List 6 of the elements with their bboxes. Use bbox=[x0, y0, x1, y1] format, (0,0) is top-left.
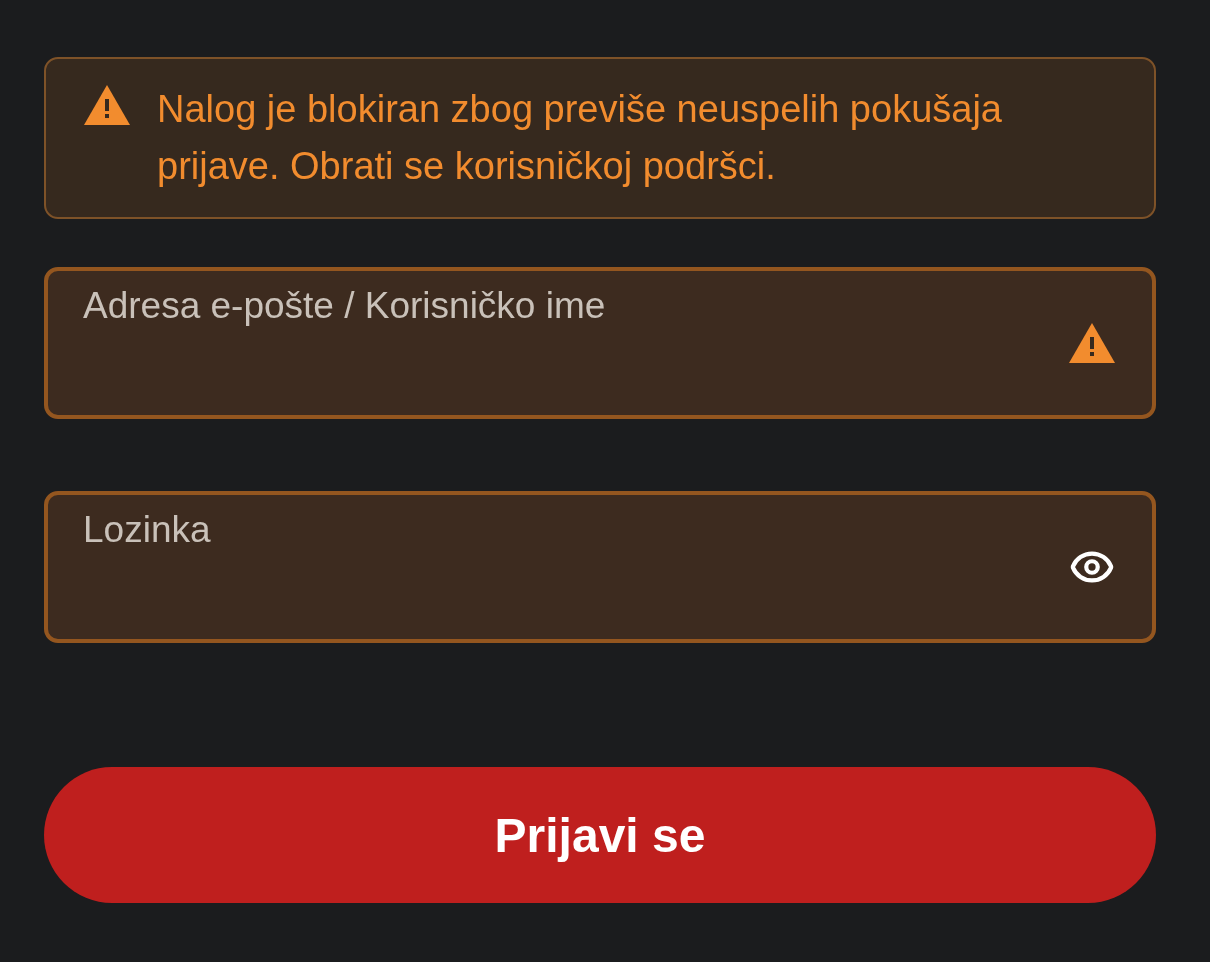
alert-message: Nalog je blokiran zbog previše neuspelih pokušaja prijave. Obrati se korisničkoj podršci. bbox=[157, 87, 1003, 189]
login-button[interactable]: Prijavi se bbox=[44, 767, 1156, 903]
password-field[interactable]: Lozinka bbox=[44, 491, 1156, 643]
warning-icon bbox=[1069, 323, 1115, 363]
username-field[interactable]: Adresa e-pošte / Korisničko ime bbox=[44, 267, 1156, 419]
warning-icon bbox=[84, 85, 130, 125]
